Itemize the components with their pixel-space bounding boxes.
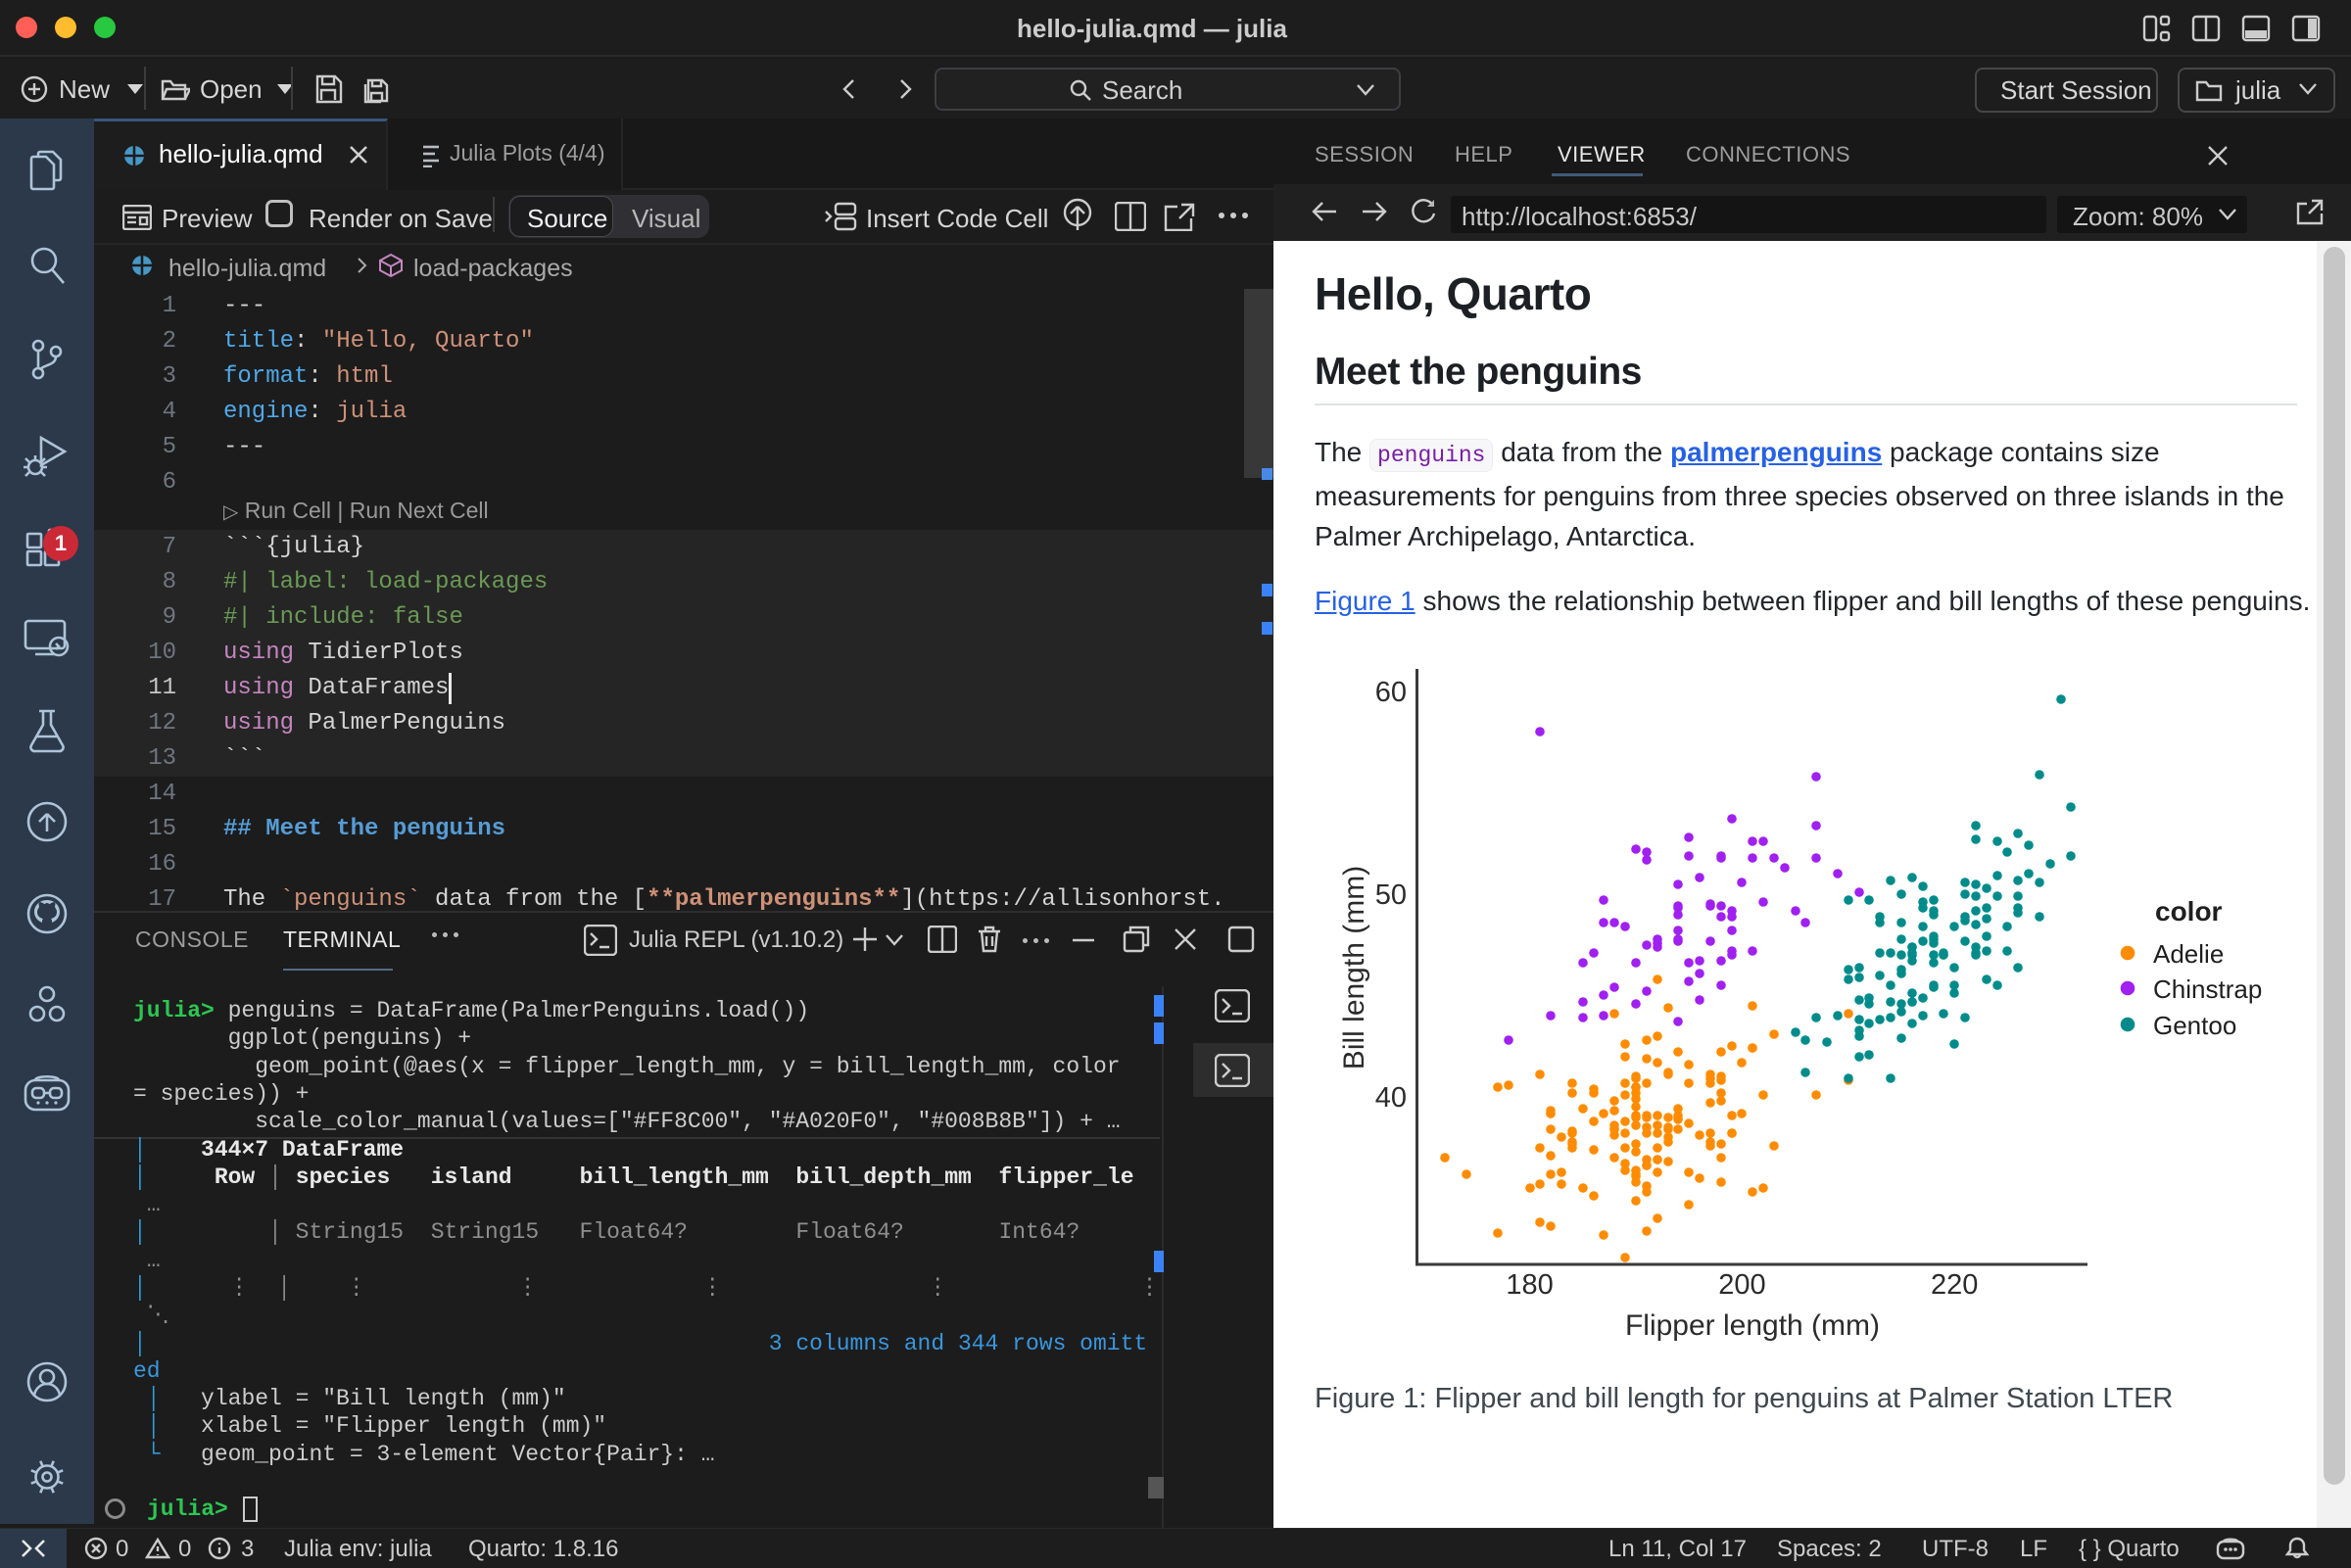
svg-text:Flipper length (mm): Flipper length (mm) — [1625, 1309, 1880, 1342]
svg-text:50: 50 — [1375, 879, 1407, 911]
svg-text:40: 40 — [1375, 1082, 1407, 1114]
svg-text:color: color — [2155, 896, 2223, 927]
svg-text:Chinstrap: Chinstrap — [2153, 974, 2262, 1004]
svg-text:Bill length (mm): Bill length (mm) — [1338, 866, 1370, 1069]
svg-text:200: 200 — [1718, 1269, 1765, 1301]
svg-text:Adelie: Adelie — [2153, 939, 2224, 969]
svg-text:220: 220 — [1931, 1269, 1978, 1301]
svg-text:180: 180 — [1506, 1269, 1553, 1301]
svg-text:Gentoo: Gentoo — [2153, 1011, 2236, 1040]
svg-text:60: 60 — [1375, 677, 1407, 708]
